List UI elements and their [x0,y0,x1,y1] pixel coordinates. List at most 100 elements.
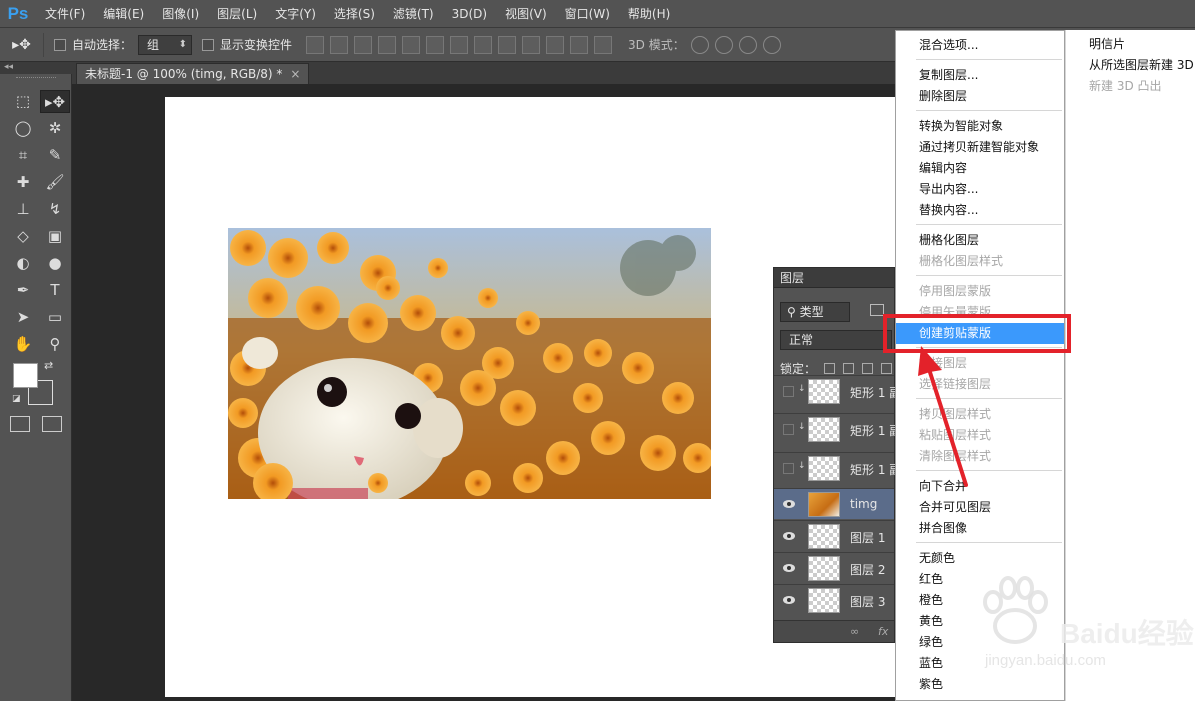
menu-item-copy-layer-style[interactable]: 拷贝图层样式 [896,404,1064,425]
eye-icon[interactable] [783,563,795,573]
menu-item-new-smart-object-via-copy[interactable]: 通过拷贝新建智能对象 [896,137,1064,158]
menu-item-convert-smart-object[interactable]: 转换为智能对象 [896,116,1064,137]
menu-item-clear-layer-style[interactable]: 清除图层样式 [896,446,1064,467]
menu-item-edit-contents[interactable]: 编辑内容 [896,158,1064,179]
lock-pixels-icon[interactable] [843,363,855,374]
distribute-vcenter-icon[interactable] [474,35,493,54]
eyedropper-tool-icon[interactable]: ✎ [40,144,70,167]
align-vcenter-icon[interactable] [330,35,349,54]
menu-filter[interactable]: 滤镜(T) [384,0,443,28]
auto-select-dropdown[interactable]: 组 [138,34,193,55]
distribute-right-icon[interactable] [570,35,589,54]
lock-all-icon[interactable] [881,363,893,374]
visibility-toggle[interactable] [783,424,794,435]
menu-item-disable-layer-mask[interactable]: 停用图层蒙版 [896,281,1064,302]
magic-wand-tool-icon[interactable]: ✲ [40,117,70,140]
menu-item-paste-layer-style[interactable]: 粘贴图层样式 [896,425,1064,446]
zoom-tool-icon[interactable]: ⚲ [40,333,70,356]
close-icon[interactable]: × [290,67,300,81]
visibility-toggle[interactable] [783,386,794,397]
menu-item-duplicate-layer[interactable]: 复制图层... [896,65,1064,86]
healing-brush-tool-icon[interactable]: ✚ [8,171,38,194]
eye-icon[interactable] [783,499,795,509]
move-tool-preset-icon[interactable]: ▸✥ [0,32,44,57]
menu-view[interactable]: 视图(V) [496,0,556,28]
layer-row[interactable]: ↓ 矩形 1 副本 [774,413,913,444]
menu-type[interactable]: 文字(Y) [266,0,325,28]
align-top-icon[interactable] [306,35,325,54]
clone-stamp-tool-icon[interactable]: ⊥ [8,198,38,221]
menu-window[interactable]: 窗口(W) [556,0,619,28]
align-bottom-icon[interactable] [354,35,373,54]
menu-item-select-linked-layers[interactable]: 选择链接图层 [896,374,1064,395]
align-left-icon[interactable] [378,35,397,54]
hand-tool-icon[interactable]: ✋ [8,333,38,356]
lasso-tool-icon[interactable]: ◯ [8,117,38,140]
menu-file[interactable]: 文件(F) [36,0,94,28]
layer-row[interactable]: 图层 1 [774,520,894,551]
menu-item-blending-options[interactable]: 混合选项... [896,35,1064,56]
auto-align-icon[interactable] [594,35,613,54]
foreground-color-swatch[interactable] [13,363,38,388]
menu-item-replace-contents[interactable]: 替换内容... [896,200,1064,221]
layers-panel-title[interactable]: 图层 [774,268,894,288]
menu-item-new-3d-from-layer[interactable]: 从所选图层新建 3D [1066,55,1195,76]
menu-image[interactable]: 图像(I) [153,0,208,28]
menu-help[interactable]: 帮助(H) [619,0,679,28]
layer-row[interactable]: 图层 2 [774,552,894,583]
lock-position-icon[interactable] [862,363,874,374]
menu-select[interactable]: 选择(S) [325,0,384,28]
layer-name[interactable]: 图层 1 [850,529,885,546]
panel-grip[interactable] [16,77,56,81]
link-layers-icon[interactable]: ∞ [850,625,859,638]
filter-image-icon[interactable] [870,304,884,316]
layer-row[interactable]: ↓ 矩形 1 副本 [774,375,913,406]
eye-icon[interactable] [783,595,795,605]
menu-item-no-color[interactable]: 无颜色 [896,548,1064,569]
layer-name[interactable]: 图层 3 [850,593,885,610]
layer-name[interactable]: timg [850,497,877,511]
3d-pan-icon[interactable] [738,35,757,54]
distribute-bottom-icon[interactable] [498,35,517,54]
layer-row[interactable]: ↓ 矩形 1 副本 [774,452,913,483]
menu-item-violet[interactable]: 紫色 [896,674,1064,695]
menu-item-delete-layer[interactable]: 删除图层 [896,86,1064,107]
path-selection-tool-icon[interactable]: ➤ [8,306,38,329]
collapse-panel-icon[interactable]: ◂◂ [0,62,70,74]
menu-item-postcard[interactable]: 明信片 [1066,34,1195,55]
eye-icon[interactable] [783,531,795,541]
lock-transparency-icon[interactable] [824,363,836,374]
menu-item-rasterize-layer[interactable]: 栅格化图层 [896,230,1064,251]
layer-row-selected[interactable]: timg [774,488,894,519]
marquee-tool-icon[interactable]: ⬚ [8,90,38,113]
3d-slide-icon[interactable] [762,35,781,54]
menu-3d[interactable]: 3D(D) [443,0,496,28]
align-right-icon[interactable] [426,35,445,54]
default-colors-icon[interactable]: ◪ [12,394,21,404]
blur-tool-icon[interactable]: ◐ [8,252,38,275]
menu-item-export-contents[interactable]: 导出内容... [896,179,1064,200]
layer-row[interactable]: 图层 3 [774,584,894,615]
auto-select-checkbox[interactable] [54,38,66,51]
document-tab[interactable]: 未标题-1 @ 100% (timg, RGB/8) * × [76,63,310,84]
show-transform-checkbox[interactable] [202,38,215,51]
swap-colors-icon[interactable]: ⇄ [44,359,53,372]
layer-filter-dropdown[interactable]: ⚲ 类型 [780,302,850,322]
screen-mode-icon[interactable] [42,416,62,432]
gradient-tool-icon[interactable]: ▣ [40,225,70,248]
move-tool-icon[interactable]: ▸✥ [40,90,70,113]
menu-edit[interactable]: 编辑(E) [94,0,153,28]
brush-tool-icon[interactable]: 🖌 [40,171,70,194]
crop-tool-icon[interactable]: ⌗ [8,144,38,167]
distribute-top-icon[interactable] [450,35,469,54]
menu-item-merge-down[interactable]: 向下合并 [896,476,1064,497]
3d-roll-icon[interactable] [714,35,733,54]
align-hcenter-icon[interactable] [402,35,421,54]
dodge-tool-icon[interactable]: ● [40,252,70,275]
distribute-left-icon[interactable] [522,35,541,54]
rectangle-tool-icon[interactable]: ▭ [40,306,70,329]
menu-item-rasterize-layer-style[interactable]: 栅格化图层样式 [896,251,1064,272]
3d-rotate-icon[interactable] [690,35,709,54]
menu-item-link-layers[interactable]: 链接图层 [896,353,1064,374]
visibility-toggle[interactable] [783,463,794,474]
